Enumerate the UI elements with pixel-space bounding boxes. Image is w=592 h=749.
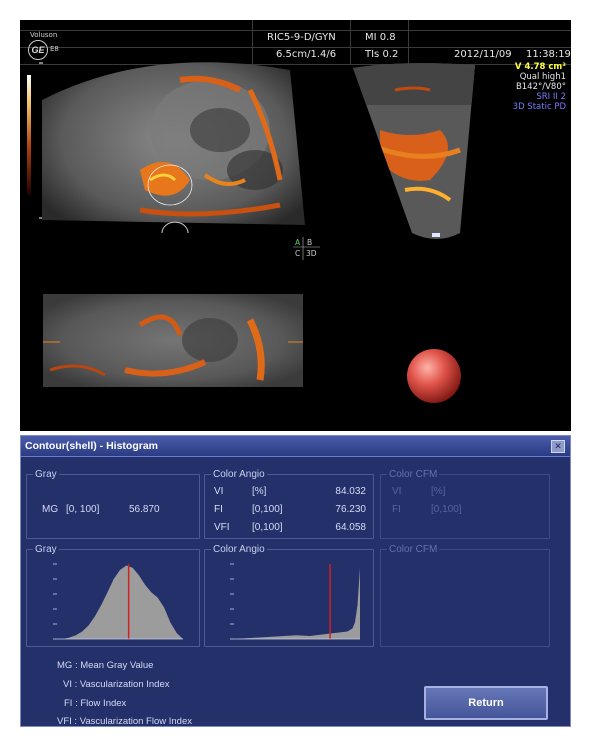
gray-histogram-area — [57, 565, 183, 639]
histogram-window: Contour(shell) - Histogram ✕ Gray MG [0,… — [20, 435, 571, 727]
vi-label: VI — [214, 486, 224, 497]
cfm-histogram-group: Color CFM — [380, 544, 550, 647]
legend-vi: VI : Vascularization Index — [63, 679, 170, 690]
vfi-value: 64.058 — [335, 522, 366, 533]
color-scale-bar — [27, 75, 31, 195]
quadrant-b-label: B — [307, 238, 313, 247]
legend-vfi: VFI : Vascularization Flow Index — [57, 716, 192, 727]
fi-range: [0,100] — [252, 504, 283, 515]
cfm-fi-label: FI — [392, 504, 401, 515]
histogram-axis-ticks — [53, 563, 57, 640]
cfm-fi-range: [0,100] — [431, 504, 462, 515]
histogram-axis-ticks — [230, 563, 234, 640]
plane-a-image — [42, 62, 305, 225]
mg-label: MG — [42, 504, 59, 515]
close-icon[interactable]: ✕ — [551, 440, 565, 453]
mg-range: [0, 100] — [66, 504, 100, 515]
window-title-bar[interactable]: Contour(shell) - Histogram ✕ — [21, 436, 570, 457]
angio-histogram-area — [234, 567, 360, 639]
ultrasound-images — [27, 62, 475, 403]
cfm-histogram-title: Color CFM — [389, 544, 438, 555]
gray-histogram-title: Gray — [35, 544, 57, 555]
gray-stats-title: Gray — [35, 469, 57, 480]
cfm-vi-range: [%] — [431, 486, 446, 497]
vi-range: [%] — [252, 486, 267, 497]
vi-value: 84.032 — [335, 486, 366, 497]
mg-value: 56.870 — [129, 504, 160, 515]
quadrant-a-label: A — [295, 238, 301, 247]
vfi-label: VFI — [214, 522, 230, 533]
cfm-vi-label: VI — [392, 486, 402, 497]
angio-histogram-chart — [230, 563, 360, 640]
render-3d-sphere — [407, 349, 461, 403]
cfm-stats-title: Color CFM — [389, 469, 438, 480]
return-button[interactable]: Return — [424, 686, 548, 720]
ultrasound-display: Voluson GE E8 RIC5-9-D/GYN MI 0.8 6.5cm/… — [20, 20, 571, 431]
fi-value: 76.230 — [335, 504, 366, 515]
plane-c-image — [43, 294, 303, 387]
legend-fi: FI : Flow Index — [64, 698, 127, 709]
quadrant-3d-label: 3D — [306, 249, 317, 258]
angio-stats-title: Color Angio — [213, 469, 265, 480]
gray-histogram-chart — [53, 563, 183, 640]
legend-mg: MG : Mean Gray Value — [57, 660, 154, 671]
plane-b-image — [353, 63, 475, 240]
window-title: Contour(shell) - Histogram — [25, 440, 158, 452]
angio-histogram-title: Color Angio — [213, 544, 265, 555]
vfi-range: [0,100] — [252, 522, 283, 533]
fi-label: FI — [214, 504, 223, 515]
cfm-stats-group: Color CFM — [380, 469, 550, 539]
quadrant-c-label: C — [295, 249, 301, 258]
